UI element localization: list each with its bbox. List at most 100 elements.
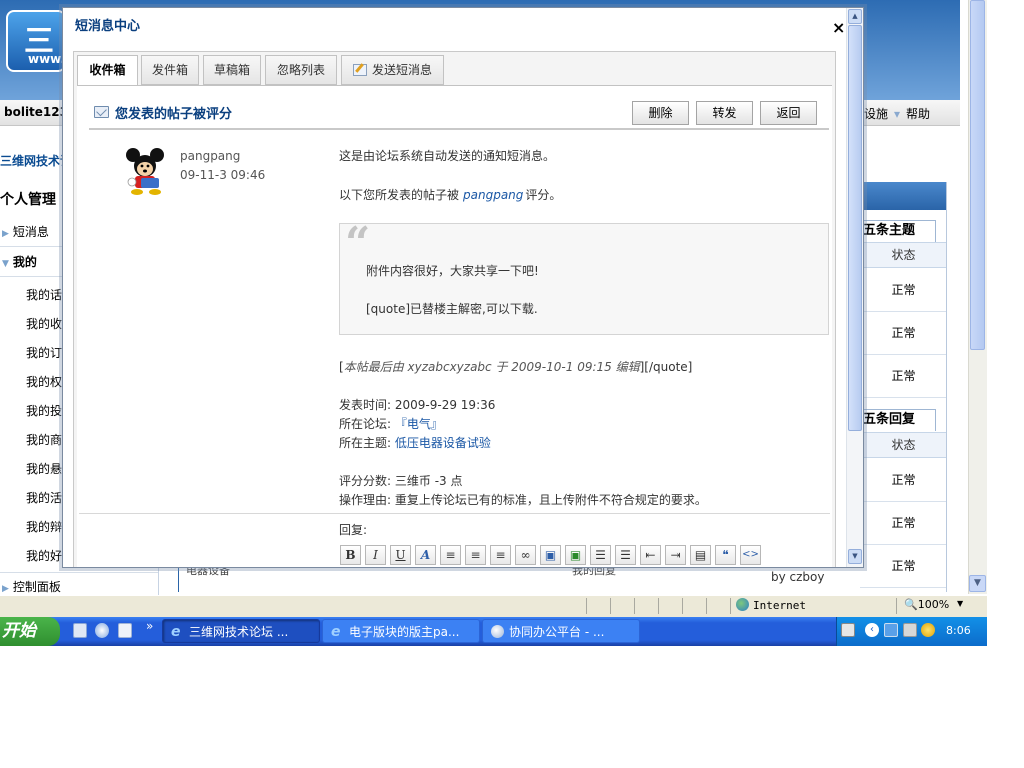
outdent-icon[interactable]: ⇤ bbox=[640, 545, 661, 565]
nav-link-facilities[interactable]: 设施 bbox=[864, 107, 888, 121]
status-cell: 正常 bbox=[860, 459, 947, 502]
topic-link[interactable]: 低压电器设备试验 bbox=[395, 436, 491, 450]
back-button[interactable]: 返回 bbox=[760, 101, 817, 125]
status-divider bbox=[658, 598, 659, 614]
forum-logo[interactable]: 三 www. bbox=[6, 10, 66, 72]
zoom-value: 100% bbox=[917, 598, 950, 611]
sender-name[interactable]: pangpang bbox=[180, 149, 240, 163]
compose-icon bbox=[352, 64, 367, 76]
dialog-title: 短消息中心 bbox=[75, 19, 141, 34]
forward-button[interactable]: 转发 bbox=[696, 101, 753, 125]
zoom-dropdown-arrow-icon[interactable]: ▼ bbox=[957, 599, 963, 608]
taskbar-item[interactable]: e 电子版块的版主pa... bbox=[322, 619, 480, 643]
sidebar-subitem[interactable]: 我的商 bbox=[26, 431, 62, 448]
sidebar-subitem[interactable]: 我的活 bbox=[26, 489, 62, 506]
message-center-dialog: 短消息中心 × 收件箱 发件箱 草稿箱 忽略列表 发送短消息 您发表的帖子被评分… bbox=[62, 7, 864, 568]
sidebar-subitem[interactable]: 我的投 bbox=[26, 402, 62, 419]
tab-inbox[interactable]: 收件箱 bbox=[77, 55, 138, 86]
window-scrollbar-thumb[interactable] bbox=[970, 0, 985, 350]
browser-status-bar bbox=[0, 595, 987, 617]
envelope-icon bbox=[94, 106, 109, 118]
italic-icon[interactable]: I bbox=[365, 545, 386, 565]
html-icon[interactable]: <> bbox=[740, 545, 761, 565]
quicklaunch-expand-icon[interactable]: » bbox=[146, 619, 153, 633]
nav-dropdown-arrow-icon[interactable]: ▾ bbox=[894, 107, 900, 121]
table-section-title-replies: 五条回复 bbox=[860, 409, 936, 431]
indent-icon[interactable]: ⇥ bbox=[665, 545, 686, 565]
field-label: 发表时间: bbox=[339, 398, 392, 412]
tab-outbox[interactable]: 发件箱 bbox=[141, 55, 199, 85]
tab-drafts[interactable]: 草稿箱 bbox=[203, 55, 261, 85]
taskbar-item[interactable]: 协同办公平台 - ... bbox=[482, 619, 640, 643]
taskbar-item-label: 电子版块的版主pa... bbox=[349, 625, 460, 639]
status-cell: 正常 bbox=[860, 269, 947, 312]
delete-button[interactable]: 删除 bbox=[632, 101, 689, 125]
underline-icon[interactable]: U bbox=[390, 545, 411, 565]
message-subject: 您发表的帖子被评分 bbox=[115, 107, 233, 122]
sidebar-subitem[interactable]: 我的悬 bbox=[26, 460, 62, 477]
zoom-icon: 🔍 bbox=[904, 598, 918, 611]
network-icon[interactable] bbox=[884, 623, 898, 637]
sidebar-subitem[interactable]: 我的话 bbox=[26, 286, 62, 303]
sidebar-subitem[interactable]: 我的订 bbox=[26, 344, 62, 361]
status-cell: 正常 bbox=[860, 545, 947, 588]
sidebar-title: 个人管理 bbox=[0, 192, 56, 208]
post-time-value: 2009-9-29 19:36 bbox=[394, 398, 496, 412]
field-label: 评分分数: bbox=[339, 474, 392, 488]
align-left-icon[interactable]: ≡ bbox=[440, 545, 461, 565]
ordered-list-icon[interactable]: ☰ bbox=[590, 545, 611, 565]
username-link[interactable]: bolite123 bbox=[4, 105, 68, 119]
avatar[interactable] bbox=[119, 146, 171, 196]
taskbar-item[interactable]: e 三维网技术论坛 ... bbox=[162, 619, 320, 643]
reply-label: 回复: bbox=[339, 523, 368, 537]
align-right-icon[interactable]: ≡ bbox=[490, 545, 511, 565]
sidebar-subitem[interactable]: 我的权 bbox=[26, 373, 62, 390]
quote-icon[interactable]: ❝ bbox=[715, 545, 736, 565]
forum-line: 所在论坛: 『电气』 bbox=[339, 415, 443, 432]
message-text: 评分。 bbox=[525, 188, 562, 202]
reason-value: 重复上传论坛已有的标准，且上传附件不符合规定的要求。 bbox=[394, 493, 707, 507]
bold-icon[interactable]: B bbox=[340, 545, 361, 565]
status-divider bbox=[706, 598, 707, 614]
tab-send-message[interactable]: 发送短消息 bbox=[341, 55, 444, 85]
attachment-icon[interactable]: ▣ bbox=[565, 545, 586, 565]
show-desktop-icon[interactable] bbox=[73, 623, 87, 638]
image-icon[interactable]: ▣ bbox=[540, 545, 561, 565]
score-line: 评分分数: 三维币 -3 点 bbox=[339, 472, 462, 489]
quote-line: 附件内容很好，大家共享一下吧! bbox=[366, 264, 539, 278]
unordered-list-icon[interactable]: ☰ bbox=[615, 545, 636, 565]
tool-icon[interactable] bbox=[903, 623, 917, 637]
tab-ignore-list[interactable]: 忽略列表 bbox=[265, 55, 337, 85]
tab-label: 发送短消息 bbox=[371, 63, 432, 77]
font-color-icon[interactable]: A bbox=[415, 545, 436, 565]
security-shield-icon[interactable] bbox=[921, 623, 935, 637]
sidebar-subitem[interactable]: 我的好 bbox=[26, 547, 62, 564]
align-center-icon[interactable]: ≡ bbox=[465, 545, 486, 565]
forum-link[interactable]: 『电气』 bbox=[395, 417, 443, 431]
scroll-up-arrow-icon[interactable]: ▲ bbox=[848, 9, 862, 24]
sidebar-subitem[interactable]: 我的收 bbox=[26, 315, 62, 332]
window-quicklaunch-icon[interactable] bbox=[118, 623, 132, 638]
start-button[interactable]: 开始 bbox=[0, 617, 60, 646]
keyboard-icon[interactable] bbox=[841, 623, 855, 637]
sidebar-item-label: 我的 bbox=[12, 255, 37, 269]
nav-link-help[interactable]: 帮助 bbox=[906, 107, 930, 121]
code-icon[interactable]: ▤ bbox=[690, 545, 711, 565]
sidebar-item-label: 控制面板 bbox=[12, 580, 61, 594]
scroll-down-arrow-icon[interactable]: ▼ bbox=[848, 549, 862, 564]
close-icon[interactable]: × bbox=[832, 18, 845, 37]
link-icon[interactable]: ∞ bbox=[515, 545, 536, 565]
sidebar-subitem[interactable]: 我的辩 bbox=[26, 518, 62, 535]
tray-expand-icon[interactable]: ‹ bbox=[865, 623, 879, 637]
message-time: 09-11-3 09:46 bbox=[180, 168, 266, 182]
zoom-level[interactable]: 🔍100% bbox=[904, 598, 949, 611]
security-zone[interactable]: Internet bbox=[736, 598, 806, 612]
dialog-scrollbar-thumb[interactable] bbox=[848, 25, 862, 431]
zone-label: Internet bbox=[753, 599, 806, 612]
taskbar-clock[interactable]: 8:06 bbox=[946, 624, 971, 637]
scroll-down-arrow-icon[interactable]: ▼ bbox=[969, 575, 986, 592]
triangle-right-icon: ▶ bbox=[2, 584, 9, 594]
browser-quicklaunch-icon[interactable] bbox=[95, 623, 109, 638]
rater-link[interactable]: pangpang bbox=[463, 188, 523, 202]
field-label: 操作理由: bbox=[339, 493, 392, 507]
